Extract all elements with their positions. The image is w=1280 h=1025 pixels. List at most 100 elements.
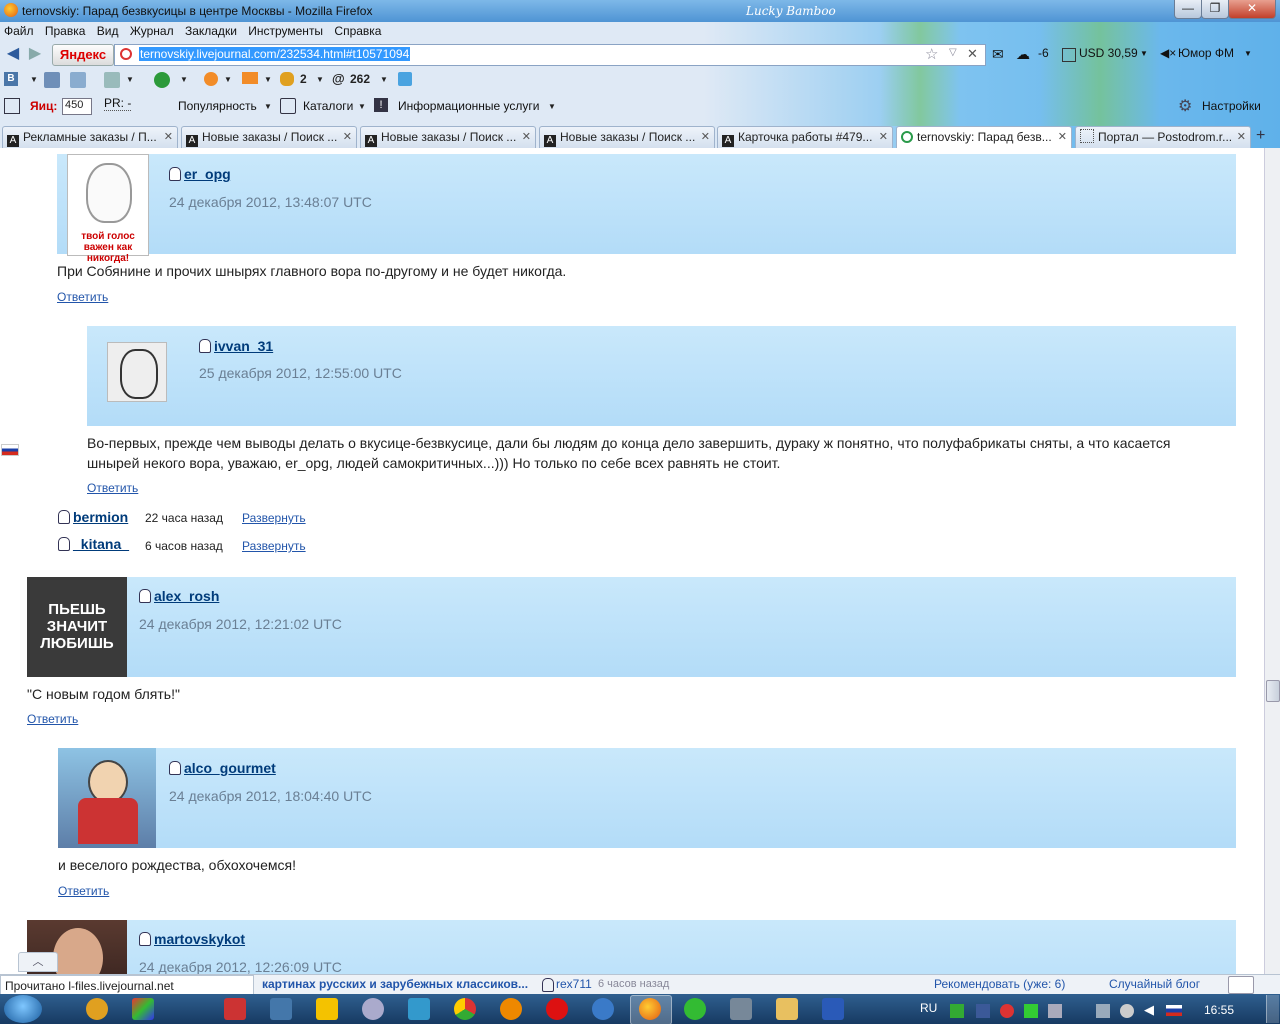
toolbar-dropdown-icon[interactable]: ▼ bbox=[180, 75, 188, 84]
scrollbar-thumb[interactable] bbox=[1266, 680, 1280, 702]
radio-station[interactable]: Юмор ФМ bbox=[1178, 46, 1234, 60]
menu-help[interactable]: Справка bbox=[330, 22, 385, 40]
tab-item[interactable]: A Карточка работы #479... ✕ bbox=[717, 126, 893, 148]
minimize-button[interactable]: — bbox=[1174, 0, 1202, 19]
tab-close-icon[interactable]: ✕ bbox=[701, 127, 710, 147]
settings-menu[interactable]: Настройки bbox=[1202, 99, 1261, 113]
taskbar-word-icon[interactable] bbox=[822, 998, 844, 1020]
url-bar[interactable]: ternovskiy.livejournal.com/232534.html#t… bbox=[114, 44, 986, 66]
tray-icon[interactable] bbox=[1000, 1004, 1014, 1018]
toolbar-vk-icon[interactable]: B bbox=[4, 72, 18, 86]
catalogs-dropdown-icon[interactable]: ▼ bbox=[358, 102, 366, 111]
collapsed-author[interactable]: bermion bbox=[58, 509, 128, 525]
avatar[interactable]: ПЬЕШЬ ЗНАЧИТ ЛЮБИШЬ bbox=[27, 577, 127, 677]
taskbar-clock[interactable]: 16:55 bbox=[1204, 1003, 1234, 1017]
menu-view[interactable]: Вид bbox=[93, 22, 123, 40]
toolbar-tools-icon[interactable] bbox=[104, 72, 120, 88]
toolbar-translate-icon[interactable] bbox=[70, 72, 86, 88]
dropdown-arrow-icon[interactable]: ▽ bbox=[949, 47, 957, 58]
toolbar-user-icon[interactable] bbox=[44, 72, 60, 88]
radio-dropdown-icon[interactable]: ▼ bbox=[1244, 49, 1252, 58]
taskbar-app-icon[interactable] bbox=[592, 998, 614, 1020]
tab-close-icon[interactable]: ✕ bbox=[1058, 127, 1067, 147]
reply-link[interactable]: Ответить bbox=[87, 481, 138, 495]
new-tab-button[interactable]: + bbox=[1256, 127, 1265, 145]
maximize-button[interactable]: ❐ bbox=[1201, 0, 1229, 19]
ticker-link[interactable]: картинах русских и зарубежных классиков.… bbox=[262, 977, 528, 991]
tray-icon[interactable] bbox=[950, 1004, 964, 1018]
tray-facebook-icon[interactable] bbox=[976, 1004, 990, 1018]
tray-icon[interactable] bbox=[1024, 1004, 1038, 1018]
info-dropdown-icon[interactable]: ▼ bbox=[548, 102, 556, 111]
comment-author[interactable]: alco_gourmet bbox=[169, 760, 276, 776]
mail-icon[interactable]: ✉ bbox=[992, 46, 1004, 63]
toolbar-dropdown-icon[interactable]: ▼ bbox=[30, 75, 38, 84]
tab-close-icon[interactable]: ✕ bbox=[1237, 127, 1246, 147]
popularity-dropdown-icon[interactable]: ▼ bbox=[264, 102, 272, 111]
avatar[interactable]: твой голос важен как никогда! bbox=[67, 154, 149, 264]
scroll-up-button[interactable]: ︿ bbox=[18, 952, 58, 972]
random-blog-link[interactable]: Случайный блог bbox=[1109, 977, 1200, 991]
toolbar-orange-icon[interactable] bbox=[204, 72, 218, 86]
toolbar-count-1[interactable]: 2 bbox=[300, 72, 307, 86]
tab-item-active[interactable]: ternovskiy: Парад безв... ✕ bbox=[896, 126, 1072, 149]
reply-link[interactable]: Ответить bbox=[27, 712, 78, 726]
tray-network-icon[interactable] bbox=[1096, 1004, 1110, 1018]
bookmark-star-icon[interactable]: ☆ bbox=[925, 45, 938, 63]
expand-link[interactable]: Развернуть bbox=[242, 539, 306, 553]
show-desktop-button[interactable] bbox=[1266, 995, 1279, 1023]
menu-bookmarks[interactable]: Закладки bbox=[181, 22, 241, 40]
taskbar-icq-icon[interactable] bbox=[684, 998, 706, 1020]
yaic-value[interactable]: 450 bbox=[62, 98, 92, 115]
taskbar-app-icon[interactable] bbox=[316, 998, 338, 1020]
back-arrow-icon[interactable]: ◀ bbox=[4, 45, 22, 63]
taskbar-app-icon[interactable] bbox=[408, 998, 430, 1020]
currency-value[interactable]: USD 30,59 bbox=[1079, 46, 1138, 60]
taskbar-app-icon[interactable] bbox=[270, 998, 292, 1020]
ticker-user[interactable]: rex711 bbox=[556, 977, 592, 991]
comment-author[interactable]: martovskykot bbox=[139, 931, 245, 947]
toolbar-count-2[interactable]: 262 bbox=[350, 72, 370, 86]
tray-flag-icon[interactable] bbox=[1166, 1005, 1182, 1016]
yandex-logo[interactable]: Яндекс bbox=[52, 44, 114, 66]
tab-close-icon[interactable]: ✕ bbox=[343, 127, 352, 147]
popularity-menu[interactable]: Популярность bbox=[178, 99, 257, 113]
vertical-scrollbar[interactable] bbox=[1264, 148, 1280, 974]
tray-icon[interactable] bbox=[1120, 1004, 1134, 1018]
toolbar-frame-icon[interactable] bbox=[4, 98, 20, 114]
currency-dropdown-icon[interactable]: ▼ bbox=[1140, 49, 1148, 58]
toolbar-footprint-icon[interactable] bbox=[280, 72, 294, 86]
reply-link[interactable]: Ответить bbox=[57, 290, 108, 304]
toolbar-mail-icon[interactable] bbox=[242, 72, 258, 84]
taskbar-opera-icon[interactable] bbox=[546, 998, 568, 1020]
speaker-icon[interactable]: ◀× bbox=[1160, 46, 1176, 60]
taskbar-app-icon[interactable] bbox=[132, 998, 154, 1020]
taskbar-app-icon[interactable] bbox=[362, 998, 384, 1020]
info-services-menu[interactable]: Информационные услуги bbox=[398, 99, 539, 113]
comment-author[interactable]: ivvan_31 bbox=[199, 338, 273, 354]
toolbar-dropdown-icon[interactable]: ▼ bbox=[264, 75, 272, 84]
tab-item[interactable]: A Новые заказы / Поиск ... ✕ bbox=[539, 126, 715, 148]
menu-tools[interactable]: Инструменты bbox=[244, 22, 327, 40]
tab-item[interactable]: A Новые заказы / Поиск ... ✕ bbox=[360, 126, 536, 148]
tray-volume-icon[interactable]: ◀ bbox=[1144, 1002, 1154, 1018]
status-panel-icon[interactable] bbox=[1228, 976, 1254, 994]
tab-item[interactable]: A Рекламные заказы / П... ✕ bbox=[2, 126, 178, 148]
toolbar-dropdown-icon[interactable]: ▼ bbox=[126, 75, 134, 84]
tray-icon[interactable] bbox=[1048, 1004, 1062, 1018]
taskbar-chrome-icon[interactable] bbox=[454, 998, 476, 1020]
tab-close-icon[interactable]: ✕ bbox=[164, 127, 173, 147]
tab-item[interactable]: A Новые заказы / Поиск ... ✕ bbox=[181, 126, 357, 148]
reply-link[interactable]: Ответить bbox=[58, 884, 109, 898]
recommend-link[interactable]: Рекомендовать (уже: 6) bbox=[934, 977, 1065, 991]
catalogs-menu[interactable]: Каталоги bbox=[303, 99, 353, 113]
toolbar-at-icon[interactable]: @ bbox=[332, 71, 345, 86]
toolbar-dropdown-icon[interactable]: ▼ bbox=[316, 75, 324, 84]
menu-edit[interactable]: Правка bbox=[41, 22, 90, 40]
tab-close-icon[interactable]: ✕ bbox=[879, 127, 888, 147]
collapsed-author[interactable]: _kitana_ bbox=[58, 536, 129, 552]
close-button[interactable]: ✕ bbox=[1228, 0, 1276, 19]
avatar[interactable] bbox=[58, 748, 156, 848]
url-text[interactable]: ternovskiy.livejournal.com/232534.html#t… bbox=[139, 47, 411, 61]
toolbar-dropdown-icon[interactable]: ▼ bbox=[224, 75, 232, 84]
